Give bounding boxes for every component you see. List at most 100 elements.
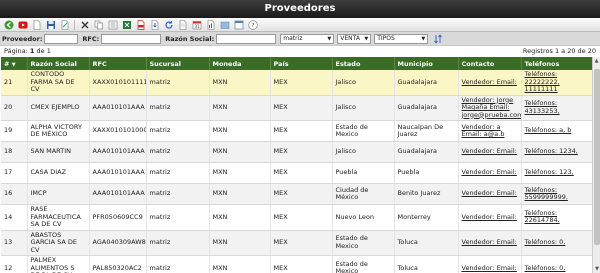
- table-cell-n: 14: [1, 204, 28, 231]
- table-cell-mon: MXN: [209, 120, 271, 142]
- table-cell-contacto[interactable]: Vendedor: Email:: [458, 230, 522, 256]
- column-header[interactable]: Estado: [332, 57, 395, 70]
- table-cell-tel[interactable]: Teléfonos: 43133253,: [521, 95, 592, 121]
- column-header[interactable]: Sucursal: [146, 57, 210, 70]
- table-cell-rfc: AAA010101AAA: [89, 183, 147, 205]
- table-cell-tel[interactable]: Teléfonos: 0,: [521, 255, 592, 273]
- table-cell-pais: MEX: [270, 204, 333, 231]
- list-icon[interactable]: [106, 19, 119, 31]
- column-header[interactable]: Teléfonos: [521, 57, 592, 70]
- table-cell-contacto[interactable]: Vendedor: Jorge Magaña Email: jorge@prue…: [458, 95, 522, 121]
- table-cell-suc: matriz: [146, 255, 210, 273]
- folder-icon[interactable]: [218, 19, 231, 31]
- table-cell-suc: matriz: [146, 120, 210, 142]
- page-indicator: Página: 1 de 1: [4, 47, 51, 55]
- table-cell-razon: CONTODO FARMA SA DE CV: [27, 70, 90, 96]
- excel-icon[interactable]: [120, 19, 133, 31]
- table-cell-suc: matriz: [146, 204, 210, 231]
- table-cell-razon: CASA DIAZ: [27, 162, 90, 184]
- proveedor-label: Proveedor:: [2, 34, 43, 43]
- table-cell-mun: Guadalajara: [394, 141, 459, 163]
- table-cell-estado: Jalisco: [332, 95, 395, 121]
- toolbar-divider: [74, 19, 75, 30]
- refresh-icon[interactable]: [162, 19, 175, 31]
- report-icon[interactable]: [204, 19, 217, 31]
- table-cell-n: 16: [1, 183, 28, 205]
- table-row[interactable]: 14 RASE FARMACEUTICA SA DE CV PFR050609CC9…: [1, 204, 592, 231]
- table-row[interactable]: 18 SAN MARTIN AAA010101AAA matriz MXN MEX Jali…: [1, 141, 592, 163]
- column-header[interactable]: # ▼: [1, 57, 28, 70]
- table-cell-tel[interactable]: Teléfonos: a, b: [521, 120, 592, 142]
- table-cell-estado: Jalisco: [332, 70, 395, 96]
- column-header[interactable]: Municipio: [394, 57, 459, 70]
- column-header[interactable]: Contacto: [458, 57, 522, 70]
- table-cell-estado: Nuevo Leon: [332, 204, 395, 231]
- table-cell-rfc: PAL850320AC2: [89, 255, 147, 273]
- table-cell-tel[interactable]: Teléfonos: 22222222, 11111111: [521, 70, 592, 96]
- scroll-thumb[interactable]: [594, 69, 600, 245]
- table-cell-razon: ALPHA VICTORY DE MÉXICO: [27, 120, 90, 142]
- table-row[interactable]: 12PALMEX ALIMENTOS S DE RL DE CVPAL85032…: [1, 255, 592, 273]
- copy-icon[interactable]: [92, 19, 105, 31]
- razon-social-input[interactable]: [216, 33, 277, 44]
- page-prefix: Página:: [4, 47, 28, 55]
- table-cell-mun: Guadalajara: [394, 70, 459, 96]
- edit-icon[interactable]: [58, 19, 71, 31]
- table-cell-contacto[interactable]: Vendedor: Email:: [458, 162, 522, 184]
- sucursal-select[interactable]: matriz ▼: [280, 33, 335, 44]
- scroll-down-icon[interactable]: ▼: [593, 265, 600, 273]
- table-row[interactable]: 16 IMCP AAA010101AAA matriz MXN MEX Ciudad de …: [1, 183, 592, 205]
- column-header[interactable]: Razón Social: [27, 57, 90, 70]
- record-count: Registros 1 a 20 de 20: [522, 47, 596, 55]
- window-title: Proveedores: [0, 0, 600, 18]
- youtube-icon[interactable]: [16, 19, 29, 31]
- delete-icon[interactable]: [78, 19, 91, 31]
- window-icon[interactable]: [232, 19, 245, 31]
- table-row[interactable]: 20 CMEX EJEMPLO AAA010101AAA matriz MXN MEX Ja…: [1, 95, 592, 121]
- scroll-up-icon[interactable]: ▲: [593, 57, 600, 65]
- svg-text:31: 31: [194, 24, 200, 29]
- table-cell-tel[interactable]: Teléfonos: 0,: [521, 230, 592, 256]
- vertical-scrollbar[interactable]: ▲ ▼: [592, 57, 600, 273]
- page-total: de 1: [36, 47, 51, 55]
- column-header[interactable]: País: [270, 57, 333, 70]
- table-cell-contacto[interactable]: Vendedor: Email:: [458, 183, 522, 205]
- proveedor-input[interactable]: [44, 33, 79, 44]
- import-icon[interactable]: [148, 19, 161, 31]
- tipo-value: VENTA: [340, 35, 360, 42]
- table-cell-contacto[interactable]: Vendedor: Email:: [458, 204, 522, 231]
- table-row[interactable]: 13 ABASTOS GARCIA SA DE CV AGA040309AW8 mat…: [1, 230, 592, 256]
- table-cell-suc: matriz: [146, 162, 210, 184]
- calendar-icon[interactable]: 31: [190, 19, 203, 31]
- sort-icon[interactable]: [431, 33, 444, 45]
- table-cell-tel[interactable]: Teléfonos: 5599999999,: [521, 183, 592, 205]
- back-icon[interactable]: [2, 19, 15, 31]
- table-cell-razon: SAN MARTIN: [27, 141, 90, 163]
- table-cell-tel[interactable]: Teléfonos: 22614784,: [521, 204, 592, 231]
- table-cell-n: 19: [1, 120, 28, 142]
- table-cell-razon: CMEX EJEMPLO: [27, 95, 90, 121]
- table-cell-tel[interactable]: Teléfonos: 123,: [521, 162, 592, 184]
- column-header[interactable]: Moneda: [209, 57, 271, 70]
- table-cell-contacto[interactable]: Vendedor: Email:: [458, 255, 522, 273]
- table-cell-mon: MXN: [209, 204, 271, 231]
- table-cell-suc: matriz: [146, 230, 210, 256]
- table-cell-mun: Benito Juarez: [394, 183, 459, 205]
- document-icon[interactable]: [176, 19, 189, 31]
- table-cell-contacto[interactable]: Vendedor: a Email: a@a.b: [458, 120, 522, 142]
- table-row[interactable]: 17 CASA DIAZ AAA010101AAA matriz MXN MEX Puebl…: [1, 162, 592, 184]
- help-icon[interactable]: ?: [246, 19, 259, 31]
- column-header[interactable]: RFC: [89, 57, 147, 70]
- new-document-icon[interactable]: [30, 19, 43, 31]
- save-icon[interactable]: [44, 19, 57, 31]
- page-number[interactable]: 1: [30, 47, 35, 55]
- table-cell-contacto[interactable]: Vendedor: Email:: [458, 70, 522, 96]
- pdf-icon[interactable]: [134, 19, 147, 31]
- table-row[interactable]: 19 ALPHA VICTORY DE MÉXICO XAXX010101000 ma…: [1, 120, 592, 142]
- table-cell-contacto[interactable]: Vendedor: Email:: [458, 141, 522, 163]
- rfc-input[interactable]: [101, 33, 162, 44]
- tipos-select[interactable]: TIPOS ▼: [374, 33, 429, 44]
- tipo-select[interactable]: VENTA ▼: [337, 33, 372, 44]
- table-cell-tel[interactable]: Teléfonos: 1234,: [521, 141, 592, 163]
- table-row[interactable]: 21 CONTODO FARMA SA DE CV XAXX010101111 mat…: [1, 70, 592, 96]
